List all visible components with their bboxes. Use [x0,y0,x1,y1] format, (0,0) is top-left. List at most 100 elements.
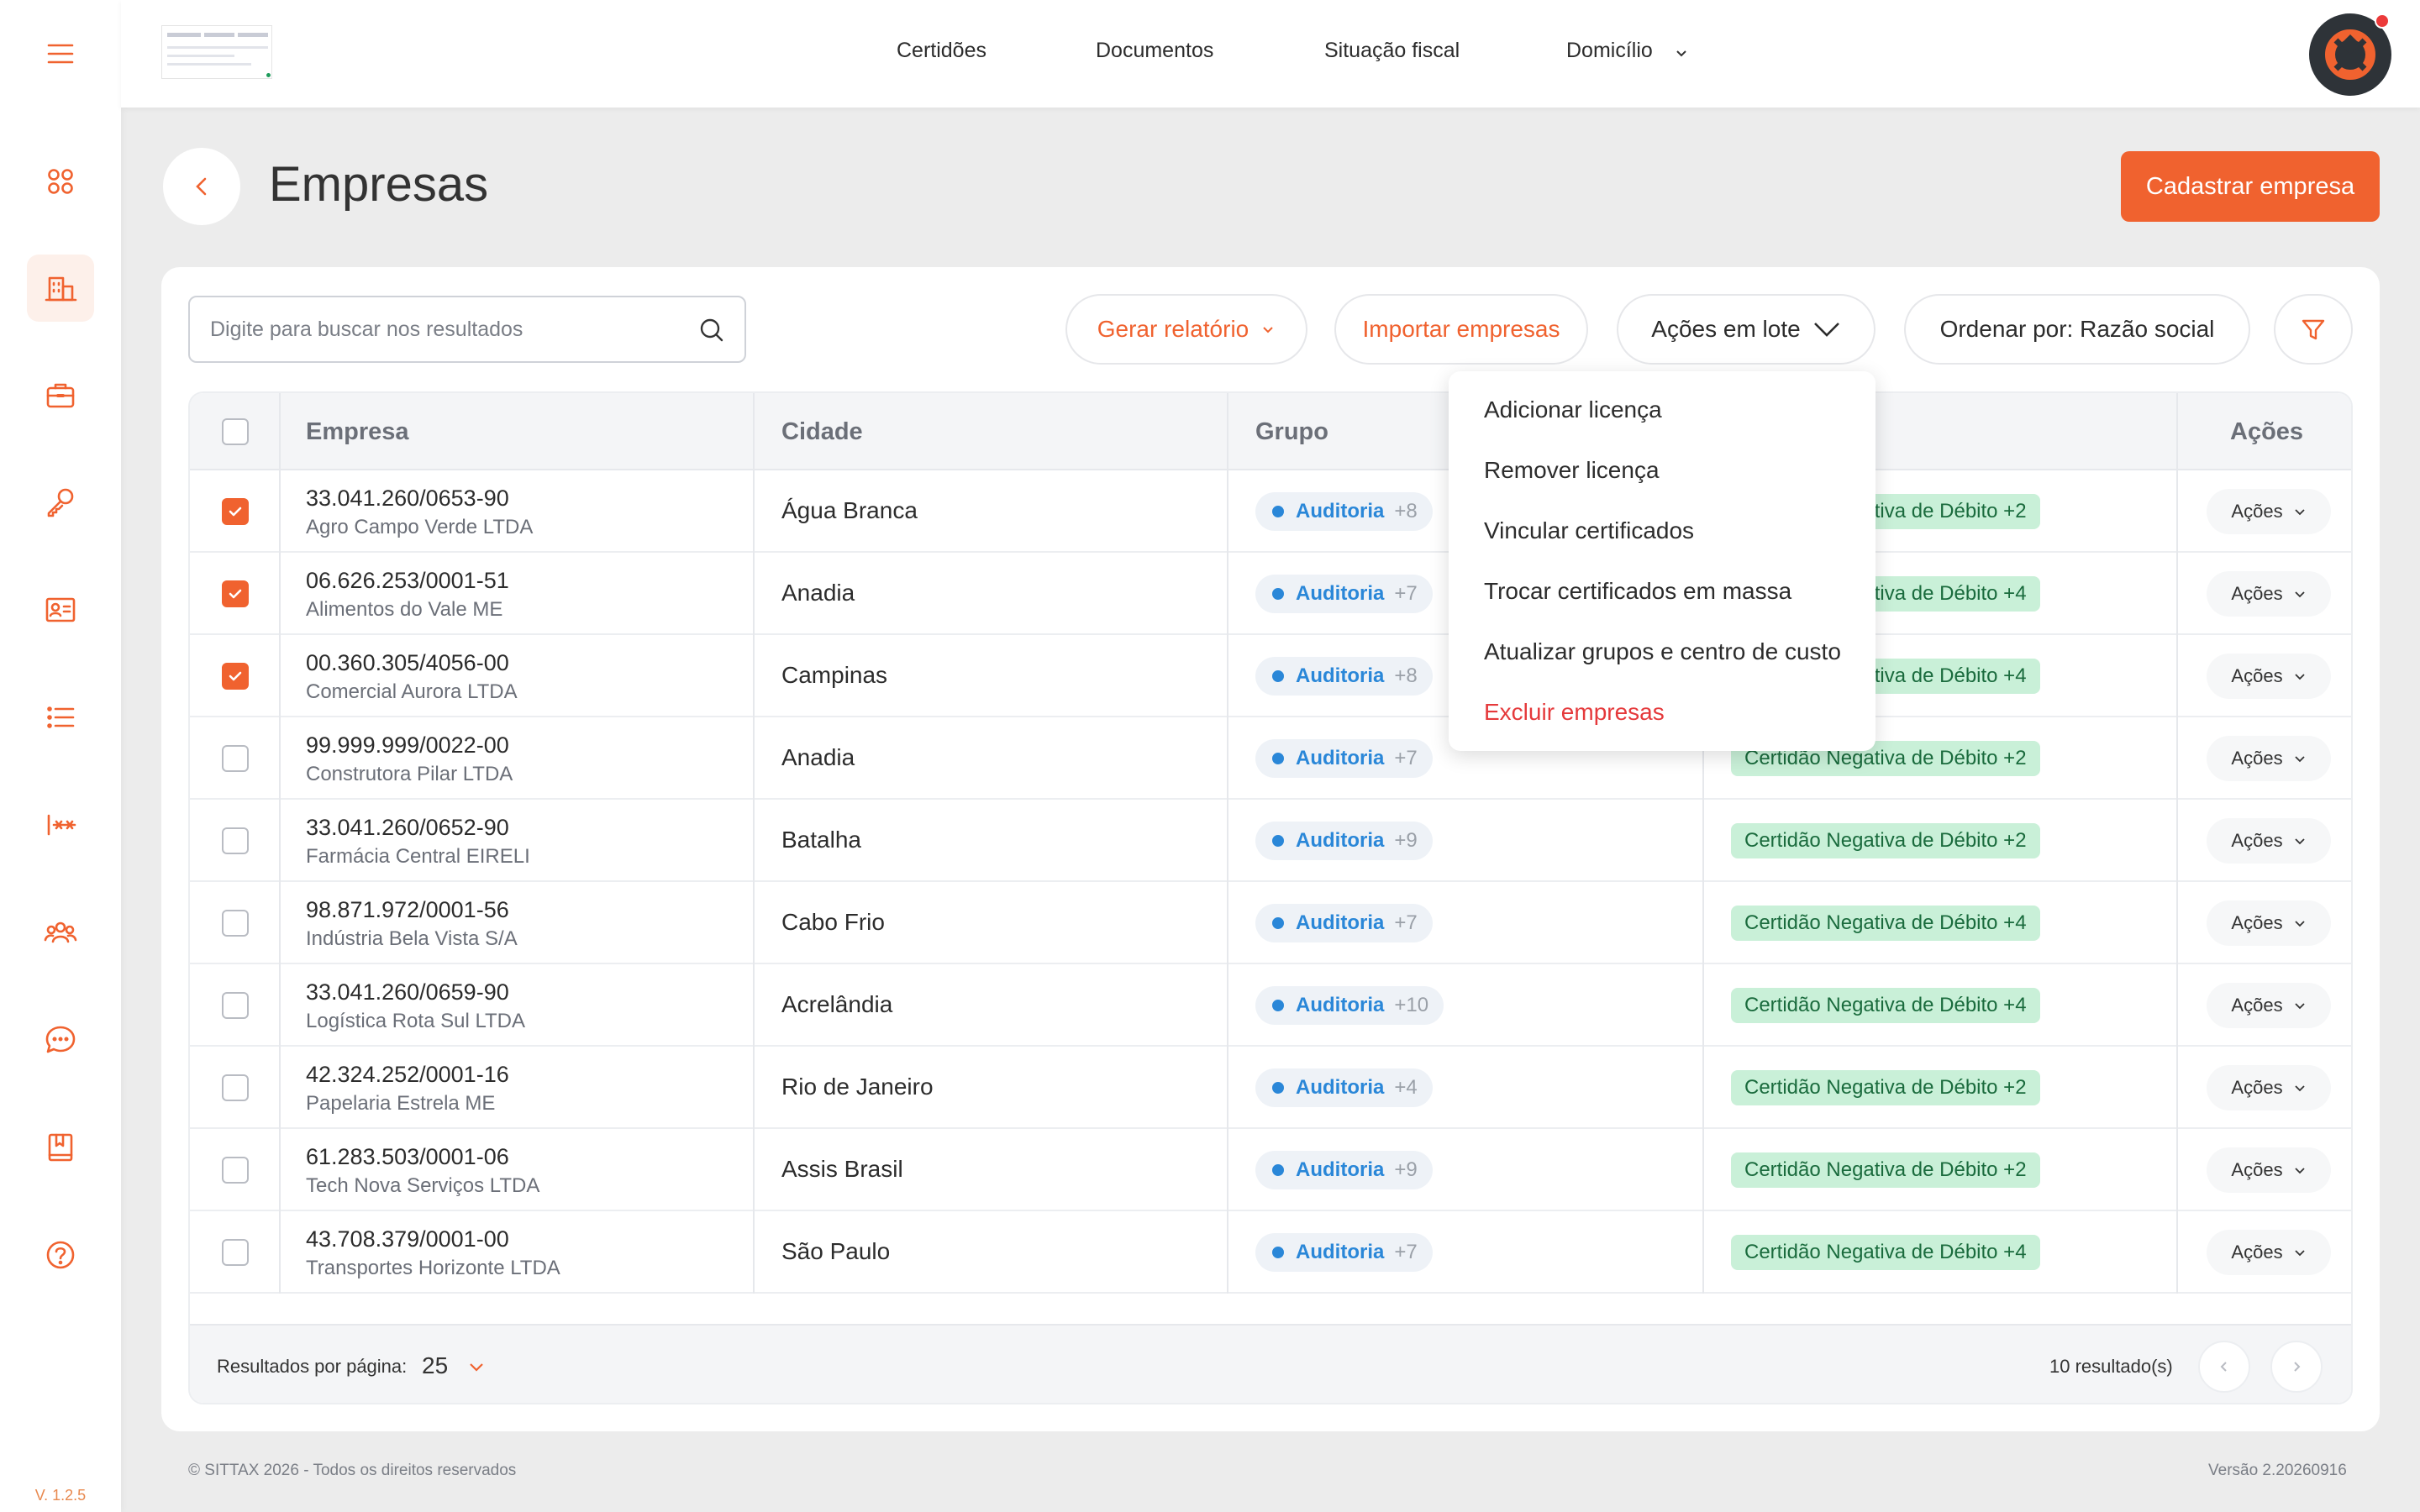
row-checkbox[interactable] [222,580,249,607]
row-actions-button[interactable]: Ações [2207,654,2331,699]
table-row[interactable]: 06.626.253/0001-51 Alimentos do Vale ME An… [190,553,2351,635]
menu-button[interactable] [27,20,94,87]
row-checkbox[interactable] [222,1074,249,1101]
nav-domicilio[interactable]: Domicílio [1566,39,1653,63]
sidebar-item-dashboard[interactable] [27,148,94,215]
group-badge[interactable]: Auditoria +7 [1255,575,1433,613]
sidebar-item-contacts[interactable] [27,576,94,643]
table-row[interactable]: 33.041.260/0652-90 Farmácia Central EIREL… [190,800,2351,882]
row-checkbox[interactable] [222,663,249,690]
row-checkbox[interactable] [222,1157,249,1184]
table-row[interactable]: 33.041.260/0659-90 Logística Rota Sul LTD… [190,964,2351,1047]
group-badge[interactable]: Auditoria +7 [1255,739,1433,778]
chevron-down-icon [1263,327,1273,333]
row-actions-button[interactable]: Ações [2207,983,2331,1028]
menu-item-add-license[interactable]: Adicionar licença [1484,396,1662,423]
group-badge[interactable]: Auditoria +7 [1255,1233,1433,1272]
row-checkbox[interactable] [222,745,249,772]
app-build-version: Versão 2.20260916 [2208,1462,2347,1479]
table-row[interactable]: 42.324.252/0001-16 Papelaria Estrela ME Ri… [190,1047,2351,1129]
chevron-right-icon [2294,1362,2301,1372]
back-button[interactable] [163,148,240,225]
group-badge[interactable]: Auditoria +4 [1255,1068,1433,1107]
sidebar-item-chat[interactable] [27,1006,94,1074]
nav-situacao-fiscal[interactable]: Situação fiscal [1324,39,1460,63]
previous-page-button[interactable] [2198,1341,2250,1393]
chevron-down-icon [2294,1168,2305,1174]
group-name: Auditoria [1296,500,1385,522]
companies-card: Gerar relatório Importar empresas Ações … [161,267,2380,1431]
row-checkbox[interactable] [222,992,249,1019]
group-badge[interactable]: Auditoria +8 [1255,492,1433,531]
group-badge[interactable]: Auditoria +9 [1255,822,1433,860]
group-badge[interactable]: Auditoria +8 [1255,657,1433,696]
import-companies-button[interactable]: Importar empresas [1334,294,1588,365]
company-cnpj: 99.999.999/0022-00 [306,732,509,758]
search-box [188,296,746,363]
row-checkbox[interactable] [222,498,249,525]
search-icon[interactable] [697,316,726,344]
sidebar-item-keys[interactable] [27,469,94,536]
row-checkbox[interactable] [222,910,249,937]
chevron-down-icon[interactable] [467,1359,486,1374]
certificate-badge[interactable]: Certidão Negativa de Débito +4 [1731,988,2040,1023]
table-row[interactable]: 99.999.999/0022-00 Construtora Pilar LTDA… [190,717,2351,800]
certificate-badge[interactable]: Certidão Negativa de Débito +2 [1731,1152,2040,1188]
row-actions-button[interactable]: Ações [2207,1230,2331,1275]
register-company-button[interactable]: Cadastrar empresa [2121,151,2380,222]
sidebar-item-users[interactable] [27,899,94,966]
batch-actions-button[interactable]: Ações em lote [1617,294,1876,365]
sidebar-item-lists[interactable] [27,684,94,751]
group-badge[interactable]: Auditoria +10 [1255,986,1444,1025]
sort-by-button[interactable]: Ordenar por: Razão social [1904,294,2250,365]
row-actions-button[interactable]: Ações [2207,1065,2331,1110]
row-actions-button[interactable]: Ações [2207,900,2331,946]
group-more-count: +7 [1394,747,1418,769]
per-page-select[interactable]: 25 [422,1352,448,1379]
certificate-badge[interactable]: Certidão Negativa de Débito +4 [1731,906,2040,941]
company-logo[interactable] [161,25,272,79]
nav-documentos[interactable]: Documentos [1096,39,1213,63]
table-row[interactable]: 61.283.503/0001-06 Tech Nova Serviços LTD… [190,1129,2351,1211]
filter-button[interactable] [2274,294,2353,365]
menu-item-swap-certificates[interactable]: Trocar certificados em massa [1484,578,1791,605]
select-all-checkbox[interactable] [222,418,249,445]
group-dot [1272,506,1284,517]
chevron-down-icon [2294,591,2305,598]
certificate-badge[interactable]: Certidão Negativa de Débito +2 [1731,823,2040,858]
generate-report-button[interactable]: Gerar relatório [1065,294,1307,365]
row-actions-button[interactable]: Ações [2207,1147,2331,1193]
row-actions-button[interactable]: Ações [2207,571,2331,617]
table-row[interactable]: 43.708.379/0001-00 Transportes Horizonte … [190,1211,2351,1294]
menu-item-remove-license[interactable]: Remover licença [1484,457,1660,484]
book-bookmark-icon [48,1133,73,1162]
sidebar-item-empresas[interactable] [27,255,94,322]
menu-item-link-certificates[interactable]: Vincular certificados [1484,517,1694,544]
certificate-badge[interactable]: Certidão Negativa de Débito +4 [1731,1235,2040,1270]
sidebar-item-briefcase[interactable] [27,361,94,428]
table-row[interactable]: 33.041.260/0653-90 Agro Campo Verde LTDA Á… [190,470,2351,553]
sidebar-item-help[interactable] [27,1221,94,1289]
sidebar-item-bookmarks[interactable] [27,1114,94,1181]
menu-item-delete-companies[interactable]: Excluir empresas [1484,699,1665,726]
next-page-button[interactable] [2270,1341,2323,1393]
row-checkbox[interactable] [222,1239,249,1266]
row-actions-button[interactable]: Ações [2207,489,2331,534]
company-name: Alimentos do Vale ME [306,598,503,621]
nav-certidoes[interactable]: Certidões [897,39,986,63]
sidebar-item-passwords[interactable] [27,791,94,858]
row-actions-button[interactable]: Ações [2207,818,2331,864]
company-cnpj: 98.871.972/0001-56 [306,897,509,922]
company-city: Anadia [781,580,855,606]
companies-table: Empresa Cidade Grupo Ações 33.041.260/06… [188,391,2353,1404]
certificate-badge[interactable]: Certidão Negativa de Débito +2 [1731,1070,2040,1105]
group-badge[interactable]: Auditoria +7 [1255,904,1433,942]
chevron-down-icon [2294,838,2305,845]
search-input[interactable] [210,297,697,361]
table-row[interactable]: 98.871.972/0001-56 Indústria Bela Vista S… [190,882,2351,964]
row-checkbox[interactable] [222,827,249,854]
menu-item-update-groups[interactable]: Atualizar grupos e centro de custo [1484,638,1841,665]
row-actions-button[interactable]: Ações [2207,736,2331,781]
group-badge[interactable]: Auditoria +9 [1255,1151,1433,1189]
table-row[interactable]: 00.360.305/4056-00 Comercial Aurora LTDA C… [190,635,2351,717]
